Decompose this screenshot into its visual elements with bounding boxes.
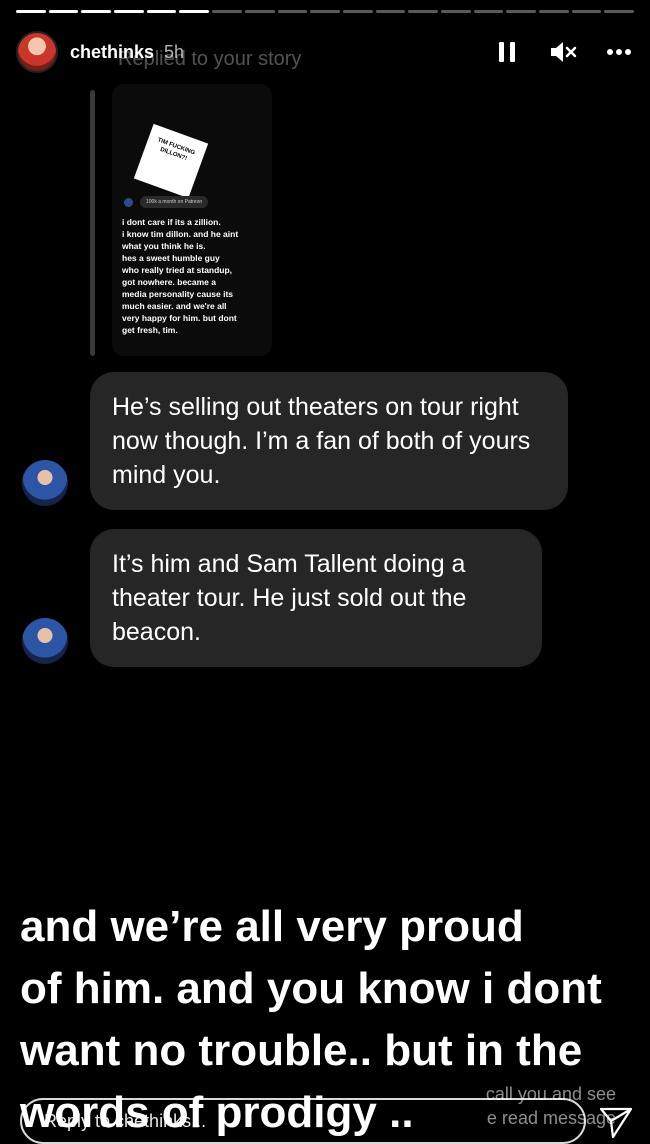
more-options-button[interactable]	[604, 37, 634, 67]
speaker-muted-icon	[551, 42, 577, 62]
message-bubble[interactable]: He’s selling out theaters on tour right …	[90, 372, 568, 510]
quoted-story-text: i dont care if its a zillion. i know tim …	[122, 216, 270, 336]
story-progress-bar	[16, 10, 635, 13]
quoted-story-line: i know tim dillon. and he aint	[122, 229, 239, 239]
quoted-story-line: what you think he is.	[122, 241, 206, 251]
progress-segment	[212, 10, 242, 13]
quoted-story-line: who really tried at standup,	[122, 265, 233, 275]
quote-bar	[90, 90, 95, 356]
pause-button[interactable]	[492, 37, 522, 67]
progress-segment	[146, 10, 177, 13]
replied-to-story-label: Replied to your story	[118, 48, 302, 70]
quoted-story-line: hes a sweet humble guy	[122, 253, 220, 263]
quoted-story-line: much easier. and we're all	[122, 301, 227, 311]
quoted-story-line: get fresh, tim.	[122, 325, 178, 335]
sender-avatar[interactable]	[22, 618, 68, 664]
more-dots-icon	[607, 49, 631, 55]
mini-message-pill: 100k a month on Patreon	[140, 196, 209, 208]
send-icon[interactable]	[598, 1104, 634, 1140]
mute-button[interactable]	[548, 37, 578, 67]
progress-segment	[571, 10, 602, 13]
progress-segment	[506, 10, 536, 13]
progress-segment	[16, 10, 46, 13]
caption-line: and we’re all very proud	[20, 902, 524, 951]
reply-input[interactable]	[20, 1098, 586, 1144]
user-avatar[interactable]	[16, 31, 58, 73]
caption-line: want no trouble.. but in the	[20, 1026, 583, 1075]
sender-avatar[interactable]	[22, 460, 68, 506]
quoted-story-line: i dont care if its a zillion.	[122, 217, 221, 227]
progress-segment	[473, 10, 504, 13]
progress-segment	[277, 10, 308, 13]
progress-segment	[48, 10, 79, 13]
quoted-story-thumbnail[interactable]: TIM FUCKING DILLON?! 100k a month on Pat…	[112, 84, 272, 356]
progress-segment	[440, 10, 471, 13]
progress-segment	[604, 10, 635, 13]
caption-line: of him. and you know i dont	[20, 964, 602, 1013]
progress-segment	[114, 10, 144, 13]
progress-segment	[179, 10, 210, 13]
mini-avatar	[124, 198, 133, 207]
progress-segment	[375, 10, 406, 13]
story-header: chethinks 5h	[16, 28, 634, 76]
quoted-story-line: very happy for him. but dont	[122, 313, 237, 323]
progress-segment	[244, 10, 275, 13]
progress-segment	[81, 10, 112, 13]
quoted-story-line: media personality cause its	[122, 289, 234, 299]
mini-story-card: TIM FUCKING DILLON?!	[133, 123, 209, 199]
quoted-story-line: got nowhere. became a	[122, 277, 216, 287]
progress-segment	[408, 10, 438, 13]
message-bubble[interactable]: It’s him and Sam Tallent doing a theater…	[90, 529, 542, 667]
pause-icon	[499, 42, 515, 62]
progress-segment	[342, 10, 373, 13]
progress-segment	[539, 10, 569, 13]
progress-segment	[310, 10, 340, 13]
